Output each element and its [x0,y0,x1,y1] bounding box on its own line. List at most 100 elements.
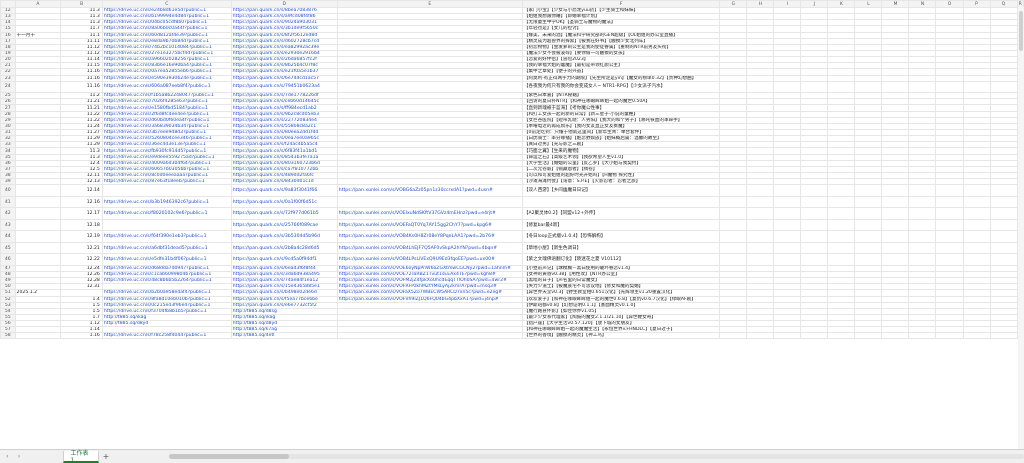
cell-c[interactable]: https://drive.uc.cn/s/48c8b6b5b2264?publ… [101,277,232,285]
empty-cell[interactable] [719,230,748,243]
empty-cell[interactable] [989,230,1018,243]
empty-cell[interactable] [746,332,775,340]
cell-c[interactable]: https://drive.uc.cn/s/606a087eeb8f4?publ… [101,80,232,94]
empty-cell[interactable] [800,332,829,340]
empty-cell[interactable] [746,230,775,243]
empty-cell[interactable] [989,332,1018,340]
column-header-q[interactable]: Q [989,0,1018,8]
column-header-p[interactable]: P [962,0,991,8]
cell-b[interactable]: 12.22 [60,253,103,266]
cell-f[interactable]: 【紫之文魂佛语翻订化】【晓迷花之夏 V10112】 [521,253,721,266]
column-header-n[interactable]: N [908,0,937,8]
empty-cell[interactable] [854,253,883,266]
empty-cell[interactable] [935,195,964,209]
row-header[interactable]: 46 [0,253,16,266]
horizontal-scrollbar[interactable] [169,454,1024,459]
cell-e[interactable]: https://pan.xunlei.com/s/VOB4LhEJF7Q5AF0… [336,241,523,255]
empty-cell[interactable] [854,332,883,340]
cell-d[interactable]: http://t885.sq/4etl [230,332,338,340]
row-header[interactable]: 40 [0,184,16,197]
empty-cell[interactable] [908,80,937,94]
empty-cell[interactable] [854,80,883,94]
empty-cell[interactable] [719,332,748,340]
empty-cell[interactable] [773,184,802,197]
column-header-e[interactable]: E [336,0,523,8]
cell-f[interactable]: 【各夜我为何只有我的你会变成女人~ NTR1-RPG】【少女派子汽水】 [521,80,721,94]
column-header-h[interactable]: H [746,0,775,8]
cell-d[interactable]: https://pan.quark.cn/s/72f977d061b5 [230,207,338,220]
cell-c[interactable]: https://drive.uc.cn/s/27e1e3275bcf4d?pub… [101,49,232,58]
empty-cell[interactable] [935,218,964,232]
empty-cell[interactable] [989,195,1018,209]
empty-cell[interactable] [908,230,937,243]
empty-cell[interactable] [989,218,1018,232]
row-header[interactable]: 42 [0,207,16,220]
cell-b[interactable]: 12.14 [60,184,103,197]
empty-cell[interactable] [746,218,775,232]
empty-cell[interactable] [854,195,883,209]
empty-cell[interactable] [962,80,991,94]
empty-cell[interactable] [908,253,937,266]
empty-cell[interactable] [746,207,775,220]
empty-cell[interactable] [800,80,829,94]
empty-cell[interactable] [800,184,829,197]
column-header-d[interactable]: D [230,0,338,8]
cell-d[interactable]: https://pan.quark.cn/s/9cd5a0f94df1 [230,253,338,266]
cell-a[interactable] [14,332,62,340]
cell-b[interactable]: 12.19 [60,230,103,243]
cell-c[interactable]: https://drive.uc.cn/s/e9deee559275ad?pub… [101,153,232,161]
empty-cell[interactable] [719,184,748,197]
empty-cell[interactable] [962,253,991,266]
empty-cell[interactable] [908,332,937,340]
empty-cell[interactable] [881,195,910,209]
cell-a[interactable] [14,184,62,197]
cell-f[interactable]: 【阿莫利·有正得两字力的期限】【先生所定是yin】【魔女的榜单0.32】【贵种幻… [521,74,721,82]
empty-cell[interactable] [719,241,748,255]
empty-cell[interactable] [800,207,829,220]
empty-cell[interactable] [908,195,937,209]
cell-d[interactable]: https://pan.quark.cn/s/0a1f00f6d51c [230,195,338,209]
cell-e[interactable] [336,195,523,209]
empty-cell[interactable] [962,195,991,209]
cell-f[interactable]: 【修复bar最4新】 [521,218,721,232]
column-header-f[interactable]: F [521,0,721,8]
empty-cell[interactable] [827,80,856,94]
empty-cell[interactable] [827,230,856,243]
column-header-i[interactable]: I [773,0,802,8]
empty-cell[interactable] [719,195,748,209]
empty-cell[interactable] [908,207,937,220]
cell-e[interactable] [336,80,523,94]
cell-c[interactable]: https://drive.uc.cn/s/e5dfe31b4f06?publi… [101,253,232,266]
cell-a[interactable] [14,218,62,232]
cell-d[interactable]: https://pan.quark.cn/s/3b5304d5b96d [230,230,338,243]
cell-a[interactable] [14,253,62,266]
cell-e[interactable]: https://pan.xunlei.com/s/VOB4LPsLlVExQ9U… [336,253,523,266]
cell-a[interactable] [14,195,62,209]
cell-c[interactable]: https://drive.uc.cn/s/f64f390e1eb3?publi… [101,230,232,243]
empty-cell[interactable] [827,218,856,232]
empty-cell[interactable] [935,253,964,266]
empty-cell[interactable] [854,230,883,243]
cell-c[interactable]: https://drive.uc.cn/s/a6dbf31dead5?publi… [101,241,232,255]
column-header-b[interactable]: B [60,0,103,8]
empty-cell[interactable] [908,241,937,255]
empty-cell[interactable] [935,207,964,220]
empty-cell[interactable] [881,218,910,232]
empty-cell[interactable] [881,230,910,243]
cell-e[interactable]: https://pan.xunlei.com/s/VOFRFPzkhMZtYMs… [336,283,523,291]
cell-a[interactable] [14,80,62,94]
tab-nav-next-button[interactable]: › [15,452,24,461]
spreadsheet-grid[interactable]: ABCDEFGHIJKLMNOPQR 12 11.3 https://drive.u… [0,0,1024,449]
empty-cell[interactable] [881,253,910,266]
row-header[interactable]: 41 [0,195,16,209]
empty-cell[interactable] [935,184,964,197]
empty-cell[interactable] [800,241,829,255]
empty-cell[interactable] [800,230,829,243]
empty-cell[interactable] [881,184,910,197]
cell-e[interactable]: https://pan.xunlei.com/s/VOE72TaRBZ1Tvut… [336,270,523,279]
empty-cell[interactable] [800,253,829,266]
cell-e[interactable]: https://pan.xunlei.com/s/VOE6oyNpPnW6oZG… [336,264,523,272]
empty-cell[interactable] [773,207,802,220]
empty-cell[interactable] [773,218,802,232]
column-header-a[interactable]: A [14,0,62,8]
